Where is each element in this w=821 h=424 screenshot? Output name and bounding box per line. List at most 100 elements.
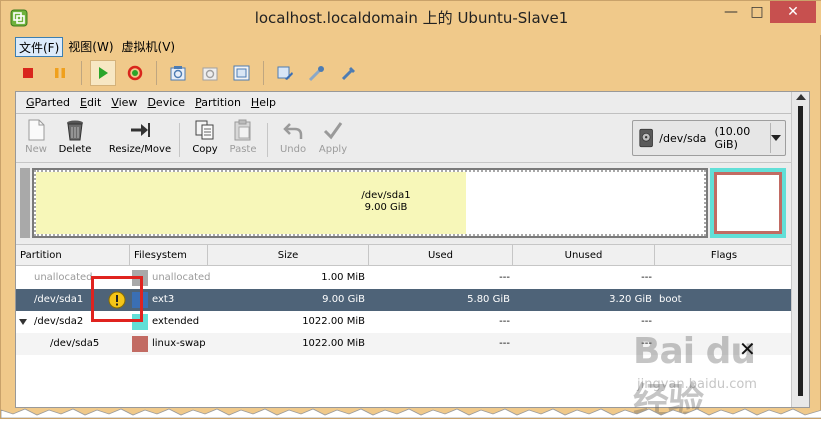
menu-view[interactable]: View	[107, 96, 141, 109]
column-size[interactable]: Size	[208, 245, 369, 266]
gparted-toolbar: New Delete Resize/Move Copy Paste Undo A…	[16, 115, 793, 163]
row-filesystem: extended	[152, 316, 200, 327]
watermark-url: jingyan.baidu.com	[637, 377, 757, 392]
column-filesystem[interactable]: Filesystem	[130, 245, 208, 266]
menu-file[interactable]: 文件(F)	[15, 37, 64, 57]
graph-sda1-frame: /dev/sda1 9.00 GiB	[34, 170, 706, 236]
minimize-button[interactable]: —	[718, 1, 744, 23]
device-name: /dev/sda	[659, 131, 707, 145]
resize-arrow-icon	[131, 123, 150, 137]
graph-partition-swap[interactable]	[714, 172, 782, 234]
undo-button[interactable]: Undo	[278, 119, 308, 155]
row-filesystem: linux-swap	[152, 338, 206, 349]
row-size: 1.00 MiB	[321, 272, 365, 283]
table-row[interactable]: unallocated unallocated 1.00 MiB --- ---	[16, 267, 793, 289]
close-button[interactable]: ✕	[770, 1, 816, 23]
row-unused: ---	[641, 316, 652, 327]
filesystem-color-swatch	[132, 292, 148, 308]
column-partition[interactable]: Partition	[16, 245, 130, 266]
vm-menubar: 文件(F) 视图(W) 虚拟机(V)	[15, 37, 178, 57]
menu-gparted[interactable]: GParted	[22, 96, 74, 109]
row-partition: /dev/sda5	[50, 338, 100, 349]
copy-button[interactable]: Copy	[190, 119, 220, 155]
row-partition: unallocated	[34, 272, 93, 283]
paste-button[interactable]: Paste	[228, 119, 258, 155]
row-unused: ---	[641, 338, 652, 349]
reset-icon[interactable]	[122, 60, 148, 86]
resize-move-button[interactable]: Resize/Move	[109, 119, 171, 155]
column-flags[interactable]: Flags	[655, 245, 793, 266]
title-bar[interactable]: localhost.localdomain 上的 Ubuntu-Slave1 —…	[1, 1, 821, 35]
row-used: ---	[499, 316, 510, 327]
delete-button[interactable]: Delete	[58, 119, 92, 155]
snapshot-icon[interactable]	[165, 60, 191, 86]
console-scrollbar[interactable]	[791, 92, 809, 407]
menu-vm[interactable]: 虚拟机(V)	[119, 37, 179, 57]
toolbar-separator	[156, 61, 157, 85]
column-unused[interactable]: Unused	[513, 245, 655, 266]
paste-icon	[234, 119, 251, 141]
toolbar-separator	[263, 61, 264, 85]
watermark: Bai du 经验 jingyan.baidu.com	[633, 331, 793, 422]
table-header: Partition Filesystem Size Used Unused Fl…	[16, 244, 793, 266]
scroll-thumb[interactable]	[798, 106, 803, 396]
graph-partition-extended[interactable]	[710, 168, 786, 238]
row-used: 5.80 GiB	[467, 294, 510, 305]
snapshot-manager-icon[interactable]	[229, 60, 255, 86]
row-filesystem: ext3	[152, 294, 175, 305]
device-selector[interactable]: /dev/sda (10.00 GiB)	[632, 120, 786, 156]
toolbar-separator	[81, 61, 82, 85]
tools-icon[interactable]	[304, 60, 330, 86]
graph-partition-sda1[interactable]: /dev/sda1 9.00 GiB	[32, 168, 708, 238]
table-row[interactable]: /dev/sda2 extended 1022.00 MiB --- ---	[16, 311, 793, 333]
menu-device[interactable]: Device	[143, 96, 189, 109]
toolbar-separator	[179, 123, 180, 157]
row-size: 9.00 GiB	[322, 294, 365, 305]
partition-graph: /dev/sda1 9.00 GiB	[16, 164, 793, 242]
table-row[interactable]: /dev/sda1 ext3 9.00 GiB 5.80 GiB 3.20 Gi…	[16, 289, 793, 311]
copy-icon	[195, 120, 214, 140]
row-filesystem: unallocated	[152, 272, 211, 283]
graph-sda1-size: 9.00 GiB	[364, 202, 408, 213]
row-partition: /dev/sda2	[34, 316, 84, 327]
menu-view[interactable]: 视图(W)	[65, 37, 116, 57]
settings-icon[interactable]	[272, 60, 298, 86]
wrench-icon[interactable]	[336, 60, 362, 86]
undo-icon	[283, 123, 303, 139]
window-title: localhost.localdomain 上的 Ubuntu-Slave1	[254, 9, 569, 27]
row-size: 1022.00 MiB	[302, 338, 365, 349]
stop-icon[interactable]	[15, 60, 41, 86]
new-button[interactable]: New	[22, 119, 50, 155]
column-used[interactable]: Used	[369, 245, 513, 266]
graph-unallocated[interactable]	[20, 168, 30, 238]
revert-icon[interactable]	[197, 60, 223, 86]
checkmark-icon	[323, 122, 343, 140]
menu-partition[interactable]: Partition	[191, 96, 245, 109]
pause-icon[interactable]	[47, 60, 73, 86]
play-icon[interactable]	[90, 60, 116, 86]
expander-icon[interactable]	[19, 319, 27, 325]
torn-edge-decoration	[1, 408, 821, 418]
new-document-icon	[28, 119, 45, 141]
menu-help[interactable]: Help	[247, 96, 280, 109]
graph-sda1-caption: /dev/sda1 9.00 GiB	[36, 190, 736, 214]
filesystem-color-swatch	[132, 314, 148, 330]
vm-toolbar	[15, 59, 362, 87]
row-used: ---	[499, 272, 510, 283]
row-unused: ---	[641, 272, 652, 283]
apply-button[interactable]: Apply	[318, 119, 348, 155]
menu-edit[interactable]: Edit	[76, 96, 105, 109]
device-size: (10.00 GiB)	[714, 125, 751, 151]
filesystem-color-swatch	[132, 336, 148, 352]
vm-console-window: localhost.localdomain 上的 Ubuntu-Slave1 —…	[0, 0, 821, 422]
hard-disk-icon	[639, 128, 653, 148]
overlay-close-icon[interactable]: ✕	[739, 337, 756, 361]
row-partition: /dev/sda1	[34, 294, 84, 305]
row-unused: 3.20 GiB	[609, 294, 652, 305]
chevron-down-icon	[771, 135, 782, 141]
filesystem-color-swatch	[132, 270, 148, 286]
trash-icon	[67, 120, 83, 141]
row-used: ---	[499, 338, 510, 349]
maximize-button[interactable]: □	[744, 1, 770, 23]
scroll-up-arrow-icon[interactable]	[796, 94, 806, 100]
